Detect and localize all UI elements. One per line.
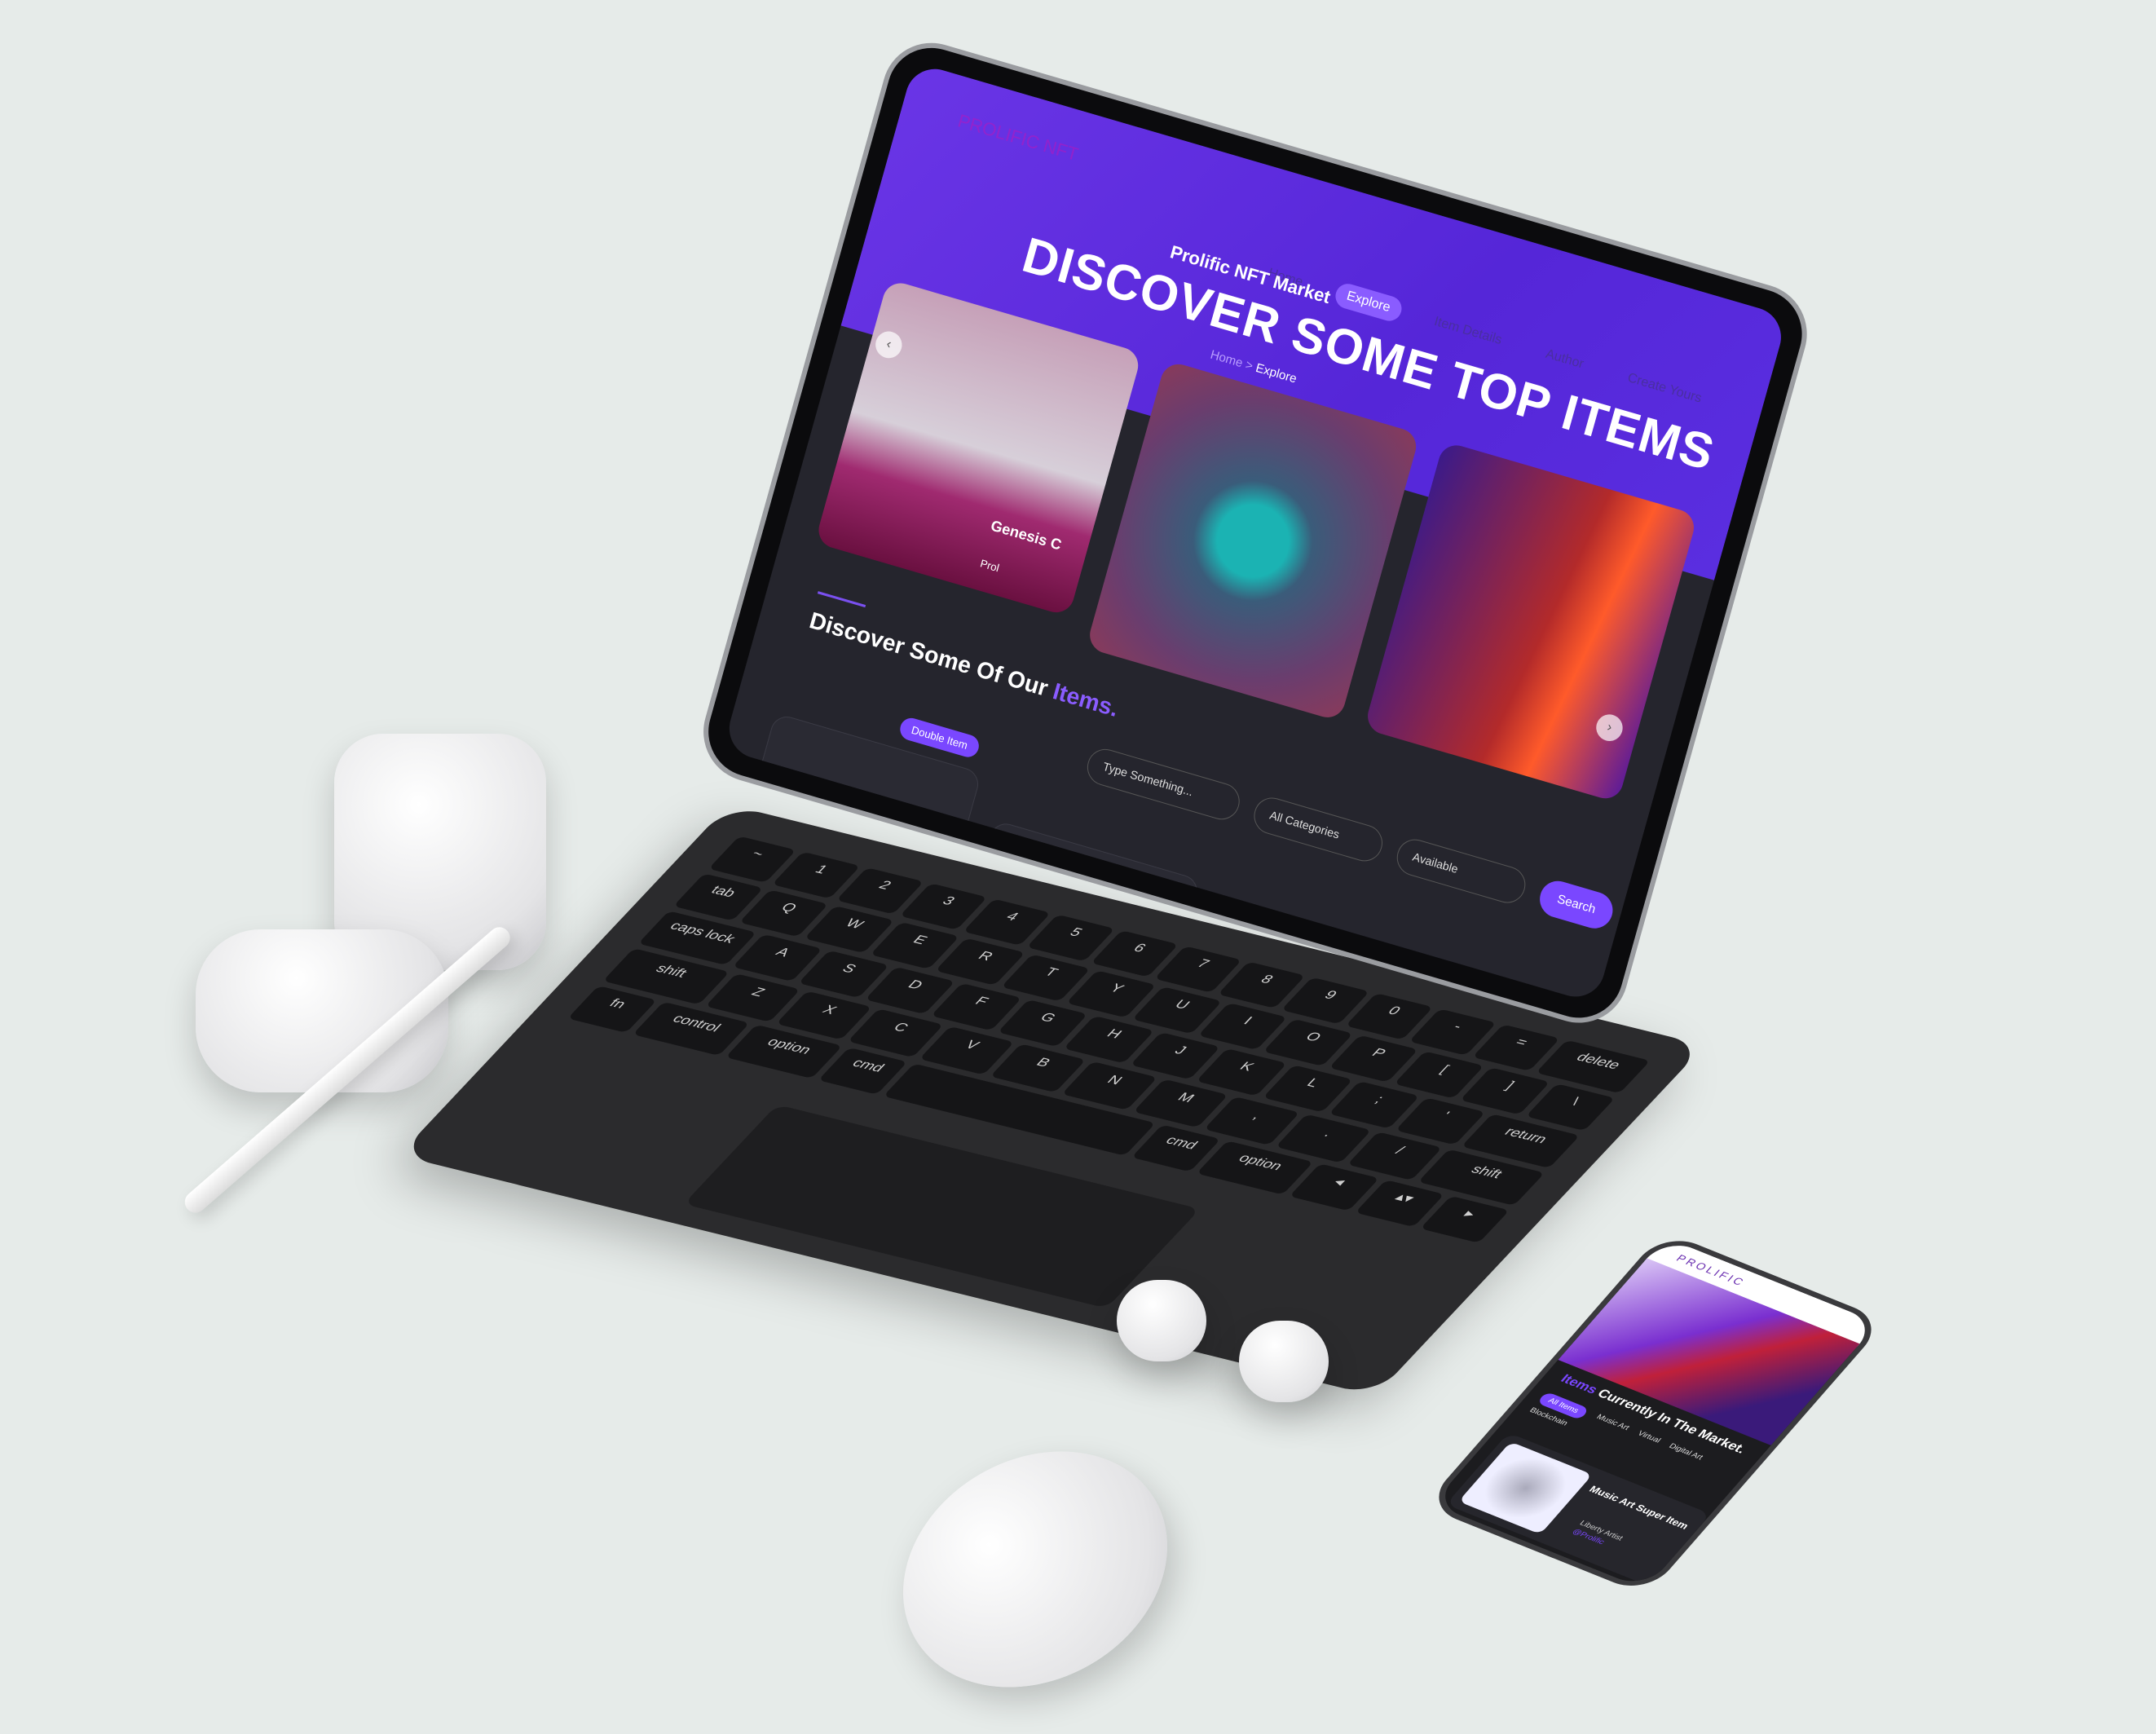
section-divider — [817, 591, 866, 608]
section-title-accent: Items. — [1050, 677, 1122, 722]
phone-tab[interactable]: Music Art — [1590, 1413, 1631, 1436]
phone-tab[interactable]: Virtual — [1631, 1430, 1663, 1449]
section-title-text: Discover Some Of Our — [806, 607, 1057, 704]
search-button[interactable]: Search — [1535, 876, 1617, 933]
earbud — [1239, 1321, 1329, 1402]
availability-select[interactable]: Available — [1392, 835, 1530, 907]
card-title: Genesis C — [989, 517, 1064, 554]
item-title: Music Art Super Item — [1586, 1483, 1691, 1532]
section-title: Discover Some Of Our Items. — [806, 607, 1122, 722]
mouse — [860, 1405, 1210, 1734]
category-select[interactable]: All Categories — [1250, 793, 1387, 866]
card-author: Prol — [978, 557, 1001, 575]
phone-tab[interactable]: Digital Art — [1663, 1442, 1704, 1467]
phone: PROLIFIC Items Currently In The Market. … — [1423, 1231, 1887, 1596]
search-input[interactable]: Type Something... — [1082, 744, 1244, 824]
earbud — [1117, 1280, 1206, 1361]
item-image — [1458, 1441, 1593, 1535]
